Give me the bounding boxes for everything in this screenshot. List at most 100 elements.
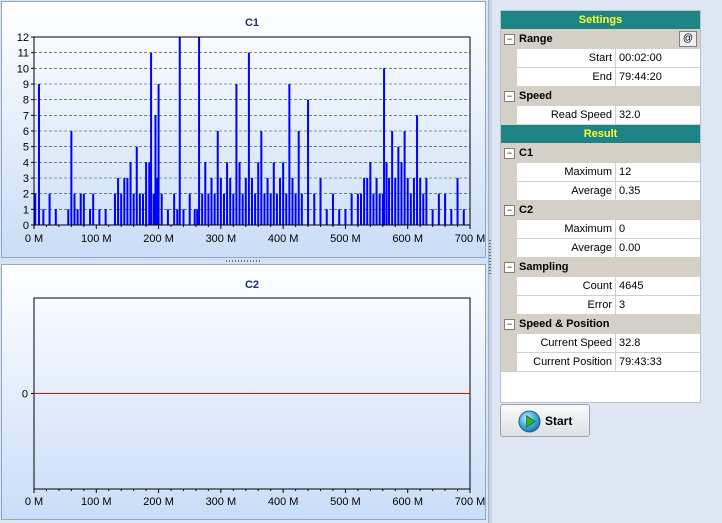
collapse-icon[interactable]: −	[504, 205, 515, 216]
c1-y-tick-label: 11	[18, 48, 29, 60]
c2-x-tick-label: 300 M	[206, 496, 237, 508]
c1-bar	[173, 193, 176, 225]
c1-bar	[369, 162, 372, 225]
c1-bar	[416, 115, 419, 225]
count-value: 4645	[619, 280, 644, 292]
c1-result-category[interactable]: − C1	[501, 144, 700, 163]
c2-maximum-label: Maximum	[517, 220, 616, 238]
c1-bar	[425, 178, 428, 225]
c1-average-value: 0.35	[619, 185, 641, 197]
c1-bar	[210, 178, 213, 225]
c1-bar	[444, 193, 447, 225]
c1-bar	[138, 193, 141, 225]
c1-bar	[166, 209, 169, 225]
result-header: Result	[501, 125, 700, 144]
collapse-icon[interactable]: −	[504, 148, 515, 159]
c2-chart-title: C2	[245, 279, 259, 291]
end-value[interactable]: 79:44:20	[616, 68, 700, 86]
settings-header: Settings	[501, 11, 700, 30]
sampling-label: Sampling	[519, 261, 569, 273]
read-speed-label: Read Speed	[517, 106, 616, 124]
range-category[interactable]: − Range @	[501, 30, 700, 49]
c1-bar	[406, 178, 409, 225]
current-position-label: Current Position	[517, 353, 616, 371]
c1-average-row: Average 0.35	[501, 182, 700, 201]
sampling-category[interactable]: − Sampling	[501, 258, 700, 277]
c1-bar	[247, 52, 250, 225]
error-value: 3	[619, 299, 626, 311]
c1-bar	[462, 209, 465, 225]
c1-bar	[400, 162, 403, 225]
c2-x-tick-label: 600 M	[392, 496, 423, 508]
c1-x-tick-label: 0 M	[25, 233, 43, 245]
c1-bar	[37, 84, 40, 225]
c2-maximum-value: 0	[619, 223, 626, 235]
c2-result-category[interactable]: − C2	[501, 201, 700, 220]
c1-bar	[198, 37, 201, 225]
c1-y-tick-label: 4	[23, 157, 29, 169]
start-row[interactable]: Start 00:02:00	[501, 49, 700, 68]
c1-bar	[238, 162, 241, 225]
collapse-icon[interactable]: −	[504, 262, 515, 273]
c1-bar	[82, 193, 85, 225]
c1-bar	[409, 193, 412, 225]
c1-bar	[178, 37, 181, 225]
c1-bar	[363, 178, 366, 225]
c1-bar	[104, 209, 107, 225]
c1-bar	[89, 209, 92, 225]
c1-bar	[412, 178, 415, 225]
c1-bar	[269, 193, 272, 225]
c1-bar	[229, 178, 232, 225]
c1-bar	[297, 131, 300, 225]
end-row[interactable]: End 79:44:20	[501, 68, 700, 87]
c1-bar	[257, 162, 260, 225]
speed-position-category[interactable]: − Speed & Position	[501, 315, 700, 334]
read-speed-row[interactable]: Read Speed 32.0	[501, 106, 700, 125]
c1-bar	[331, 193, 334, 225]
c1-maximum-row: Maximum 12	[501, 163, 700, 182]
c1-bar	[372, 193, 375, 225]
c1-bar	[42, 209, 45, 225]
collapse-icon[interactable]: −	[504, 91, 515, 102]
speed-category[interactable]: − Speed	[501, 87, 700, 106]
c1-bar	[244, 178, 247, 225]
c2-x-tick-label: 200 M	[143, 496, 174, 508]
c1-bar	[117, 178, 120, 225]
start-button[interactable]: Start	[500, 404, 590, 437]
c1-bar	[338, 209, 341, 225]
charts-area: C1 0 1 2 3 4 5 6 7 8 9 10 11 12 0 M 100 M 200 M 300 M 400 …	[0, 0, 488, 523]
c1-bar	[260, 131, 263, 225]
current-speed-value: 32.8	[619, 337, 641, 349]
c1-bar	[300, 193, 303, 225]
c2-x-tick-label: 100 M	[81, 496, 112, 508]
c1-bar	[193, 209, 196, 225]
c1-bar	[120, 193, 123, 225]
start-value[interactable]: 00:02:00	[616, 49, 700, 67]
collapse-icon[interactable]: −	[504, 34, 515, 45]
c1-bar	[319, 178, 322, 225]
right-panel: Settings − Range @ Start 00:02:00 End 79…	[492, 0, 722, 523]
c2-y-tick-label: 0	[22, 389, 28, 401]
c1-bar	[216, 131, 219, 225]
c1-x-tick-label: 500 M	[330, 233, 361, 245]
c1-bar	[113, 193, 116, 225]
c1-y-tick-label: 7	[23, 110, 29, 122]
c1-bar	[226, 162, 229, 225]
c1-x-tick-label: 300 M	[206, 233, 237, 245]
range-at-button[interactable]: @	[679, 31, 697, 47]
collapse-icon[interactable]: −	[504, 319, 515, 330]
c2-average-value: 0.00	[619, 242, 641, 254]
range-label: Range	[519, 33, 553, 45]
c1-bar	[285, 193, 288, 225]
c1-bar	[148, 162, 151, 225]
c1-y-tick-label: 9	[23, 79, 29, 91]
c1-x-tick-label: 100 M	[81, 233, 112, 245]
c1-bar	[207, 193, 210, 225]
start-button-label: Start	[545, 414, 573, 428]
c1-bar	[152, 193, 155, 225]
current-speed-label: Current Speed	[517, 334, 616, 352]
read-speed-value[interactable]: 32.0	[616, 106, 700, 124]
c2-average-label: Average	[517, 239, 616, 257]
end-label: End	[517, 68, 616, 86]
c1-bar	[394, 178, 397, 225]
